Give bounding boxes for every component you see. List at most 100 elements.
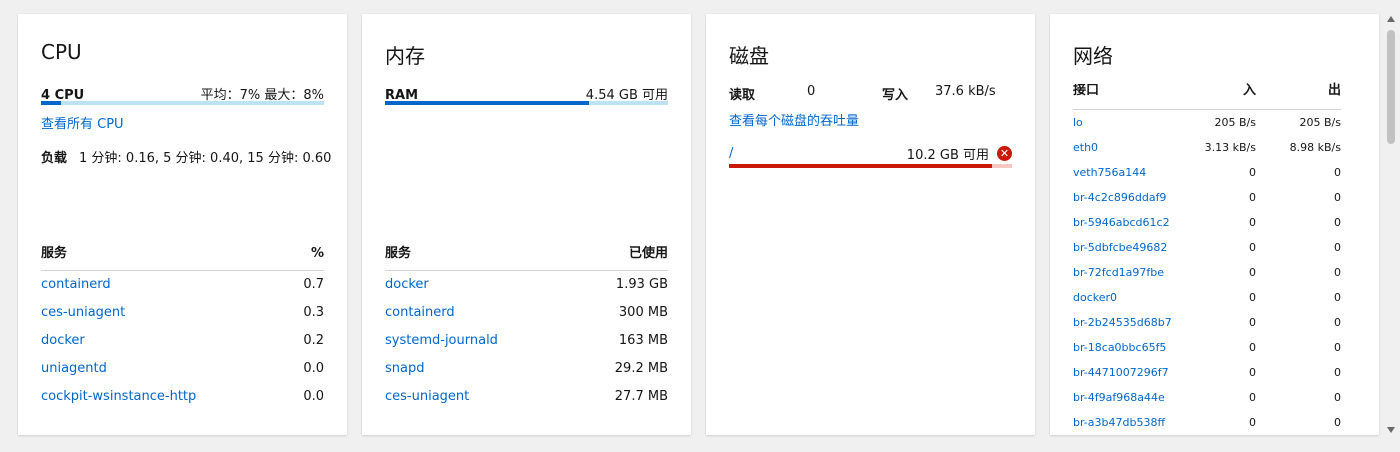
interface-link[interactable]: docker0 xyxy=(1073,285,1191,310)
interface-in: 0 xyxy=(1249,316,1256,329)
service-value: 300 MB xyxy=(618,305,668,320)
disk-throughput-link[interactable]: 查看每个磁盘的吞吐量 xyxy=(729,110,859,129)
table-row: br-4c2c896ddaf9 0 0 xyxy=(1073,185,1341,210)
disk-free-value: 10.2 GB 可用 xyxy=(906,148,989,163)
table-row: containerd 0.7 xyxy=(41,271,324,299)
memory-card-title: 内存 xyxy=(385,44,425,68)
interface-in: 0 xyxy=(1249,166,1256,179)
interface-link[interactable]: br-4c2c896ddaf9 xyxy=(1073,185,1191,210)
service-link[interactable]: docker xyxy=(385,271,429,299)
table-row: snapd 29.2 MB xyxy=(385,355,668,383)
cpu-services-table: 服务 % containerd 0.7 ces-uniagent 0.3 docke… xyxy=(41,245,324,411)
table-row: br-a3b47db538ff 0 0 xyxy=(1073,410,1341,435)
interface-out: 205 B/s xyxy=(1299,116,1341,129)
network-rows: lo 205 B/s 205 B/s eth0 3.13 kB/s 8.98 kB/s … xyxy=(1073,110,1341,435)
interface-link[interactable]: br-5dbfcbe49682 xyxy=(1073,235,1191,260)
interface-out: 8.98 kB/s xyxy=(1289,141,1341,154)
service-value: 0.7 xyxy=(303,277,324,292)
interface-link[interactable]: br-18ca0bbc65f5 xyxy=(1073,335,1191,360)
scroll-up-arrow-icon[interactable] xyxy=(1387,16,1395,22)
table-row: containerd 300 MB xyxy=(385,299,668,327)
service-value: 1.93 GB xyxy=(615,277,668,292)
service-value: 0.2 xyxy=(303,333,324,348)
service-link[interactable]: ces-uniagent xyxy=(385,383,469,411)
service-link[interactable]: systemd-journald xyxy=(385,327,498,355)
interface-link[interactable]: br-5946abcd61c2 xyxy=(1073,210,1191,235)
table-row: veth756a144 0 0 xyxy=(1073,160,1341,185)
table-row: br-5946abcd61c2 0 0 xyxy=(1073,210,1341,235)
scrollbar-thumb[interactable] xyxy=(1387,30,1395,144)
cpu-services-header: 服务 % xyxy=(41,245,324,271)
interface-in: 0 xyxy=(1249,416,1256,429)
memory-services-header-value: 已使用 xyxy=(628,246,668,261)
interface-link[interactable]: br-4f9af968a44e xyxy=(1073,385,1191,410)
table-row: br-4f9af968a44e 0 0 xyxy=(1073,385,1341,410)
interface-link[interactable]: lo xyxy=(1073,110,1191,135)
table-row: br-4471007296f7 0 0 xyxy=(1073,360,1341,385)
interface-out: 0 xyxy=(1334,166,1341,179)
scroll-down-arrow-icon[interactable] xyxy=(1387,427,1395,433)
service-link[interactable]: cockpit-wsinstance-http xyxy=(41,383,196,411)
memory-services-rows: docker 1.93 GB containerd 300 MB systemd-j… xyxy=(385,271,668,411)
service-value: 0.0 xyxy=(303,361,324,376)
memory-services-header-name: 服务 xyxy=(385,246,412,261)
cpu-usage-bar xyxy=(41,101,324,105)
service-link[interactable]: ces-uniagent xyxy=(41,299,125,327)
disk-read-label: 读取 xyxy=(729,88,756,103)
table-row: eth0 3.13 kB/s 8.98 kB/s xyxy=(1073,135,1341,160)
interface-link[interactable]: veth756a144 xyxy=(1073,160,1191,185)
network-header-in: 入 xyxy=(1242,83,1256,98)
interface-link[interactable]: br-2b24535d68b7 xyxy=(1073,310,1191,335)
network-card: 网络 接口 入 出 lo 205 B/s 205 B/s eth0 3.13 kB/s… xyxy=(1050,14,1379,435)
disk-mount-link[interactable]: / xyxy=(729,146,733,161)
table-row: br-2b24535d68b7 0 0 xyxy=(1073,310,1341,335)
service-link[interactable]: snapd xyxy=(385,355,424,383)
error-circle-icon: ✕ xyxy=(997,146,1012,161)
interface-out: 0 xyxy=(1334,366,1341,379)
interface-out: 0 xyxy=(1334,266,1341,279)
interface-in: 0 xyxy=(1249,391,1256,404)
service-link[interactable]: containerd xyxy=(41,271,111,299)
network-header-out: 出 xyxy=(1327,83,1341,98)
cpu-services-header-value: % xyxy=(310,246,324,261)
table-row: docker 0.2 xyxy=(41,327,324,355)
disk-usage-fill xyxy=(729,164,993,168)
cpu-services-header-name: 服务 xyxy=(41,246,68,261)
cpu-usage-fill xyxy=(41,101,61,105)
interface-out: 0 xyxy=(1334,391,1341,404)
service-value: 163 MB xyxy=(618,333,668,348)
table-row: br-18ca0bbc65f5 0 0 xyxy=(1073,335,1341,360)
interface-link[interactable]: br-4471007296f7 xyxy=(1073,360,1191,385)
view-all-cpu-link[interactable]: 查看所有 CPU xyxy=(41,113,124,132)
network-header-interface: 接口 xyxy=(1073,84,1100,98)
table-row: systemd-journald 163 MB xyxy=(385,327,668,355)
disk-mount-row: / 10.2 GB 可用 ✕ xyxy=(729,144,1012,163)
cpu-card-title: CPU xyxy=(41,40,82,64)
memory-services-header: 服务 已使用 xyxy=(385,245,668,271)
service-value: 27.7 MB xyxy=(614,389,668,404)
service-value: 0.0 xyxy=(303,389,324,404)
interface-in: 0 xyxy=(1249,241,1256,254)
service-value: 29.2 MB xyxy=(614,361,668,376)
disk-write-label: 写入 xyxy=(882,88,909,103)
service-link[interactable]: docker xyxy=(41,327,85,355)
cpu-load-value: 1 分钟: 0.16, 5 分钟: 0.40, 15 分钟: 0.60 xyxy=(79,151,332,166)
memory-usage-fill xyxy=(385,101,589,105)
disk-card-title: 磁盘 xyxy=(729,44,769,68)
network-table-header: 接口 入 出 xyxy=(1073,84,1341,110)
disk-read-value: 0 xyxy=(807,84,816,99)
service-link[interactable]: uniagentd xyxy=(41,355,107,383)
disk-free: 10.2 GB 可用 ✕ xyxy=(907,144,1012,163)
memory-usage-bar xyxy=(385,101,668,105)
interface-link[interactable]: br-a3b47db538ff xyxy=(1073,410,1191,435)
interface-out: 0 xyxy=(1334,291,1341,304)
table-row: ces-uniagent 27.7 MB xyxy=(385,383,668,411)
page-scrollbar[interactable] xyxy=(1386,16,1396,433)
interface-link[interactable]: br-72fcd1a97fbe xyxy=(1073,260,1191,285)
interface-in: 0 xyxy=(1249,366,1256,379)
disk-card: 磁盘 读取 0 写入 37.6 kB/s 查看每个磁盘的吞吐量 / 10.2 G… xyxy=(706,14,1035,435)
service-link[interactable]: containerd xyxy=(385,299,455,327)
disk-write-value: 37.6 kB/s xyxy=(935,84,996,99)
interface-link[interactable]: eth0 xyxy=(1073,135,1191,160)
memory-card: 内存 RAM 4.54 GB 可用 服务 已使用 docker 1.93 GB c… xyxy=(362,14,691,435)
